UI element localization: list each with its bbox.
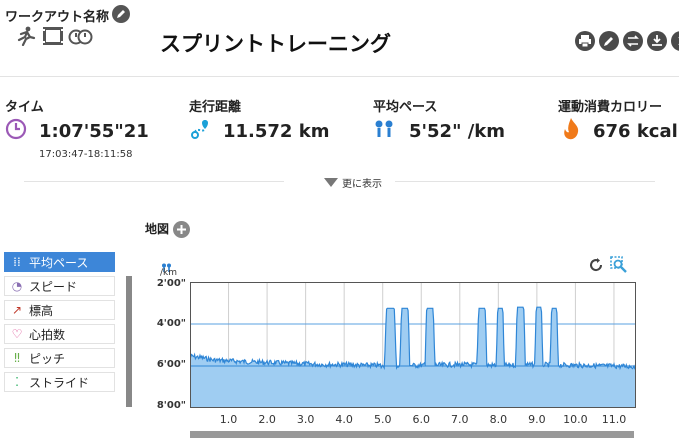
metric-value: 676 kcal <box>593 121 678 142</box>
sidebar-item-heart-rate[interactable]: ♡ 心拍数 <box>4 324 115 344</box>
x-tick: 6.0 <box>412 413 430 426</box>
x-tick: 3.0 <box>296 413 315 426</box>
more-icon[interactable] <box>671 31 679 51</box>
x-tick: 4.0 <box>335 413 353 426</box>
sidebar-item-label: 標高 <box>29 303 54 318</box>
sidebar-item-stride[interactable]: ⁚ ストライド <box>4 372 115 392</box>
header-divider <box>0 76 679 77</box>
clock-icon <box>5 118 27 144</box>
workout-name-label: ワークアウト名称 <box>5 10 110 25</box>
sidebar-item-label: ストライド <box>29 375 90 390</box>
x-tick: 9.0 <box>528 413 546 426</box>
elevation-icon: ↗ <box>11 303 23 317</box>
x-tick: 11.0 <box>601 413 627 426</box>
metric-value: 5'52" /km <box>409 121 506 142</box>
stopwatch-icon[interactable] <box>68 26 94 50</box>
edit-name-icon[interactable] <box>112 5 130 23</box>
map-expand-button[interactable] <box>173 221 190 238</box>
sidebar-item-elevation[interactable]: ↗ 標高 <box>4 300 115 320</box>
sidebar-item-speed[interactable]: ◔ スピード <box>4 276 115 296</box>
x-tick: 8.0 <box>489 413 508 426</box>
show-more-label: 更に表示 <box>342 179 382 190</box>
download-icon[interactable] <box>647 31 667 51</box>
pace-icon: ⁞⁞ <box>13 255 21 269</box>
y-tick: 6'00" <box>156 359 186 370</box>
stride-icon: ⁚ <box>15 375 19 389</box>
sidebar-item-label: 平均ペース <box>29 255 89 270</box>
y-tick: 8'00" <box>156 400 186 411</box>
triangle-down-icon <box>324 177 338 187</box>
sidebar-item-pace[interactable]: ⁞⁞ 平均ペース <box>4 252 115 272</box>
zoom-icon[interactable] <box>610 256 628 278</box>
edit-icon[interactable] <box>599 31 619 51</box>
divider-left <box>24 181 284 182</box>
pace-icon <box>373 119 395 143</box>
page-title: スプリントトレーニング <box>160 32 391 56</box>
metric-label: 運動消費カロリー <box>558 100 663 115</box>
heart-icon: ♡ <box>11 327 23 341</box>
sidebar-item-label: 心拍数 <box>29 327 66 342</box>
flame-icon <box>560 117 582 145</box>
swap-icon[interactable] <box>623 31 643 51</box>
plus-icon <box>177 225 186 234</box>
time-range: 17:03:47-18:11:58 <box>39 149 133 160</box>
metric-label: 平均ペース <box>373 100 438 115</box>
show-more-toggle[interactable]: 更に表示 <box>324 175 382 190</box>
metric-time: タイム <box>5 96 44 115</box>
runner-icon <box>14 26 36 50</box>
metric-value: 1:07'55"21 <box>39 121 149 142</box>
route-icon <box>189 117 213 145</box>
metric-label: 走行距離 <box>189 100 242 115</box>
pace-line <box>190 306 636 371</box>
metric-label: タイム <box>5 100 44 115</box>
footsteps-icon: ‼ <box>14 351 20 365</box>
sidebar-item-pitch[interactable]: ‼ ピッチ <box>4 348 115 368</box>
x-tick: 10.0 <box>563 413 588 426</box>
print-icon[interactable] <box>575 31 595 51</box>
y-tick: 2'00" <box>156 278 186 289</box>
metric-value: 11.572 km <box>223 121 330 142</box>
reset-icon[interactable] <box>588 257 604 277</box>
y-tick: 4'00" <box>156 318 186 329</box>
x-tick: 7.0 <box>451 413 469 426</box>
x-tick: 5.0 <box>373 413 392 426</box>
x-tick: 2.0 <box>258 413 276 426</box>
sidebar-item-label: スピード <box>29 279 78 294</box>
y-unit-label: /km <box>160 268 178 278</box>
horizontal-scrollbar[interactable] <box>190 431 634 438</box>
sidebar-item-label: ピッチ <box>29 351 66 366</box>
map-label: 地図 <box>145 222 170 236</box>
divider-right <box>395 181 655 182</box>
sidebar-scrollbar[interactable] <box>126 276 132 407</box>
pace-chart[interactable] <box>190 282 636 408</box>
header-actions <box>575 31 679 51</box>
pace-area <box>190 307 636 408</box>
x-tick: 1.0 <box>219 413 238 426</box>
film-icon[interactable] <box>42 26 64 50</box>
speedometer-icon: ◔ <box>11 279 23 293</box>
